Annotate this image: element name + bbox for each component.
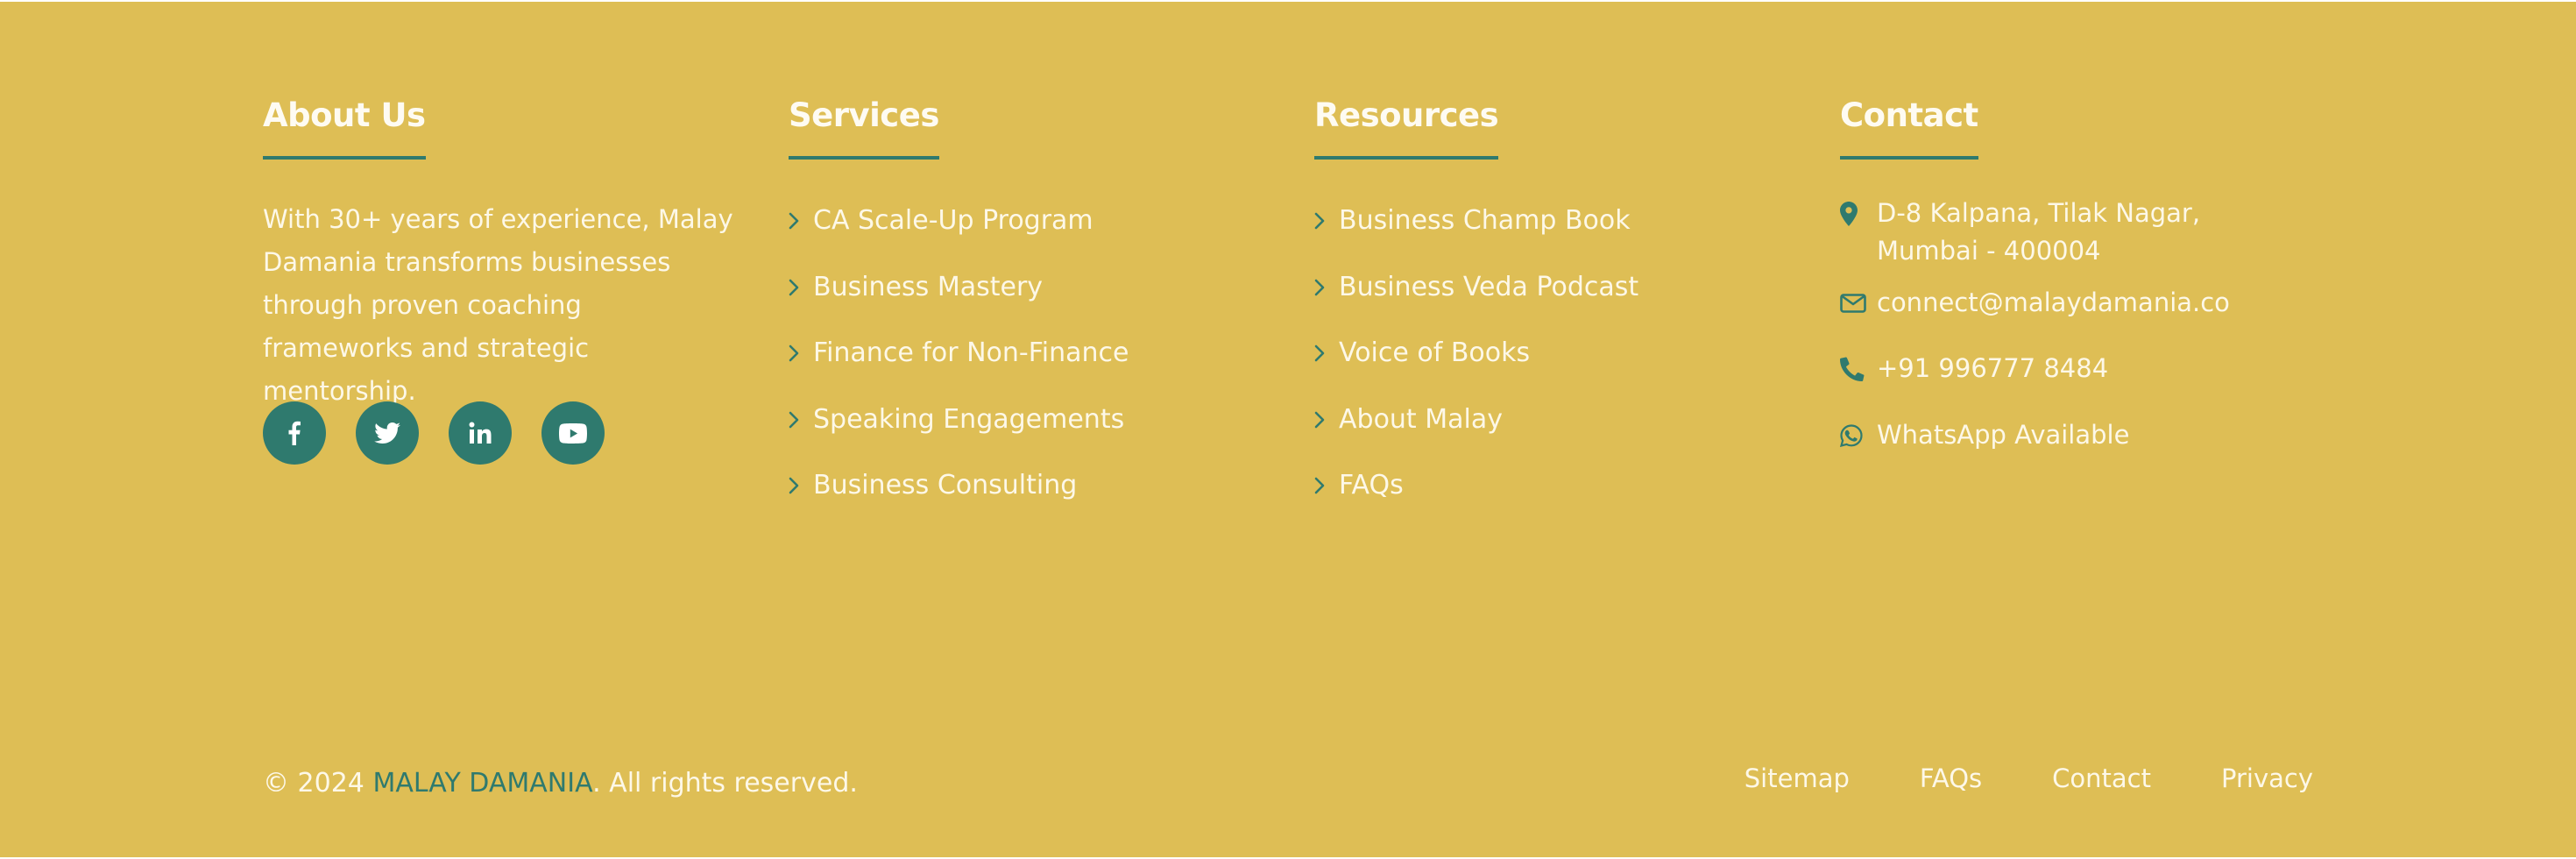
copyright: © 2024 MALAY DAMANIA. All rights reserve…	[263, 763, 858, 805]
chevron-right-icon	[1314, 266, 1339, 309]
chevron-right-icon	[789, 332, 813, 374]
address-text: D-8 Kalpana, Tilak Nagar, Mumbai - 40000…	[1877, 198, 2201, 266]
about-heading: About Us	[263, 89, 426, 160]
twitter-button[interactable]	[356, 401, 419, 465]
phone-text: +91 996777 8484	[1877, 353, 2109, 383]
resources-link[interactable]: Voice of Books	[1314, 332, 1638, 399]
contact-email[interactable]: connect@malaydamania.co	[1840, 284, 2230, 322]
sitemap-link[interactable]: Sitemap	[1744, 757, 1850, 799]
whatsapp-icon	[1840, 416, 1877, 454]
chevron-right-icon	[1314, 465, 1339, 507]
resources-link[interactable]: About Malay	[1314, 399, 1638, 465]
services-link-label: Finance for Non-Finance	[813, 337, 1129, 368]
contact-link[interactable]: Contact	[2052, 757, 2151, 799]
about-description: With 30+ years of experience, Malay Dama…	[263, 204, 733, 406]
services-column: Services CA Scale-Up Program Business Ma…	[789, 89, 1262, 500]
chevron-right-icon	[789, 465, 813, 507]
resources-link-label: About Malay	[1339, 403, 1503, 435]
contact-heading: Contact	[1840, 89, 1978, 160]
chevron-right-icon	[789, 399, 813, 441]
services-link[interactable]: Business Mastery	[789, 266, 1129, 333]
services-heading: Services	[789, 89, 939, 160]
services-link-label: CA Scale-Up Program	[813, 205, 1093, 236]
services-link[interactable]: Business Consulting	[789, 465, 1129, 531]
services-list: CA Scale-Up Program Business Mastery Fin…	[789, 200, 1129, 531]
chevron-right-icon	[1314, 200, 1339, 242]
copyright-year: © 2024	[263, 768, 364, 799]
chevron-right-icon	[1314, 399, 1339, 441]
facebook-icon	[288, 421, 301, 445]
privacy-link[interactable]: Privacy	[2221, 757, 2313, 799]
resources-link-label: Voice of Books	[1339, 337, 1531, 368]
chevron-right-icon	[1314, 332, 1339, 374]
about-column: About Us With 30+ years of experience, M…	[263, 89, 736, 465]
linkedin-button[interactable]	[449, 401, 512, 465]
services-link-label: Business Consulting	[813, 470, 1078, 500]
resources-heading: Resources	[1314, 89, 1499, 160]
twitter-icon	[374, 422, 400, 444]
faqs-link[interactable]: FAQs	[1920, 757, 1982, 799]
site-footer: About Us With 30+ years of experience, M…	[0, 2, 2576, 857]
email-text: connect@malaydamania.co	[1877, 288, 2230, 317]
linkedin-icon	[469, 422, 492, 444]
services-link-label: Business Mastery	[813, 271, 1044, 302]
contact-address: D-8 Kalpana, Tilak Nagar, Mumbai - 40000…	[1840, 195, 2296, 270]
whatsapp-text: WhatsApp Available	[1877, 420, 2130, 450]
services-link[interactable]: Finance for Non-Finance	[789, 332, 1129, 399]
resources-link[interactable]: Business Champ Book	[1314, 200, 1638, 266]
phone-icon	[1840, 350, 1877, 387]
chevron-right-icon	[789, 200, 813, 242]
contact-whatsapp[interactable]: WhatsApp Available	[1840, 416, 2129, 454]
resources-list: Business Champ Book Business Veda Podcas…	[1314, 200, 1638, 531]
envelope-icon	[1840, 284, 1877, 322]
facebook-button[interactable]	[263, 401, 326, 465]
social-links	[263, 401, 605, 465]
youtube-icon	[559, 422, 587, 444]
resources-link-label: Business Champ Book	[1339, 205, 1631, 236]
brand-link[interactable]: MALAY DAMANIA	[372, 768, 592, 799]
youtube-button[interactable]	[541, 401, 605, 465]
resources-link[interactable]: FAQs	[1314, 465, 1638, 531]
resources-link-label: Business Veda Podcast	[1339, 271, 1639, 302]
map-pin-icon	[1840, 195, 1877, 232]
copyright-suffix: . All rights reserved.	[592, 768, 858, 799]
resources-link[interactable]: Business Veda Podcast	[1314, 266, 1638, 333]
resources-link-label: FAQs	[1339, 470, 1404, 500]
contact-column: Contact D-8 Kalpana, Tilak Nagar, Mumbai…	[1840, 89, 2331, 450]
services-link[interactable]: CA Scale-Up Program	[789, 200, 1129, 266]
services-link-label: Speaking Engagements	[813, 403, 1125, 435]
chevron-right-icon	[789, 266, 813, 309]
bottom-nav: Sitemap FAQs Contact Privacy	[1744, 757, 2313, 799]
services-link[interactable]: Speaking Engagements	[789, 399, 1129, 465]
contact-phone[interactable]: +91 996777 8484	[1840, 350, 2108, 387]
resources-column: Resources Business Champ Book Business V…	[1314, 89, 1787, 500]
